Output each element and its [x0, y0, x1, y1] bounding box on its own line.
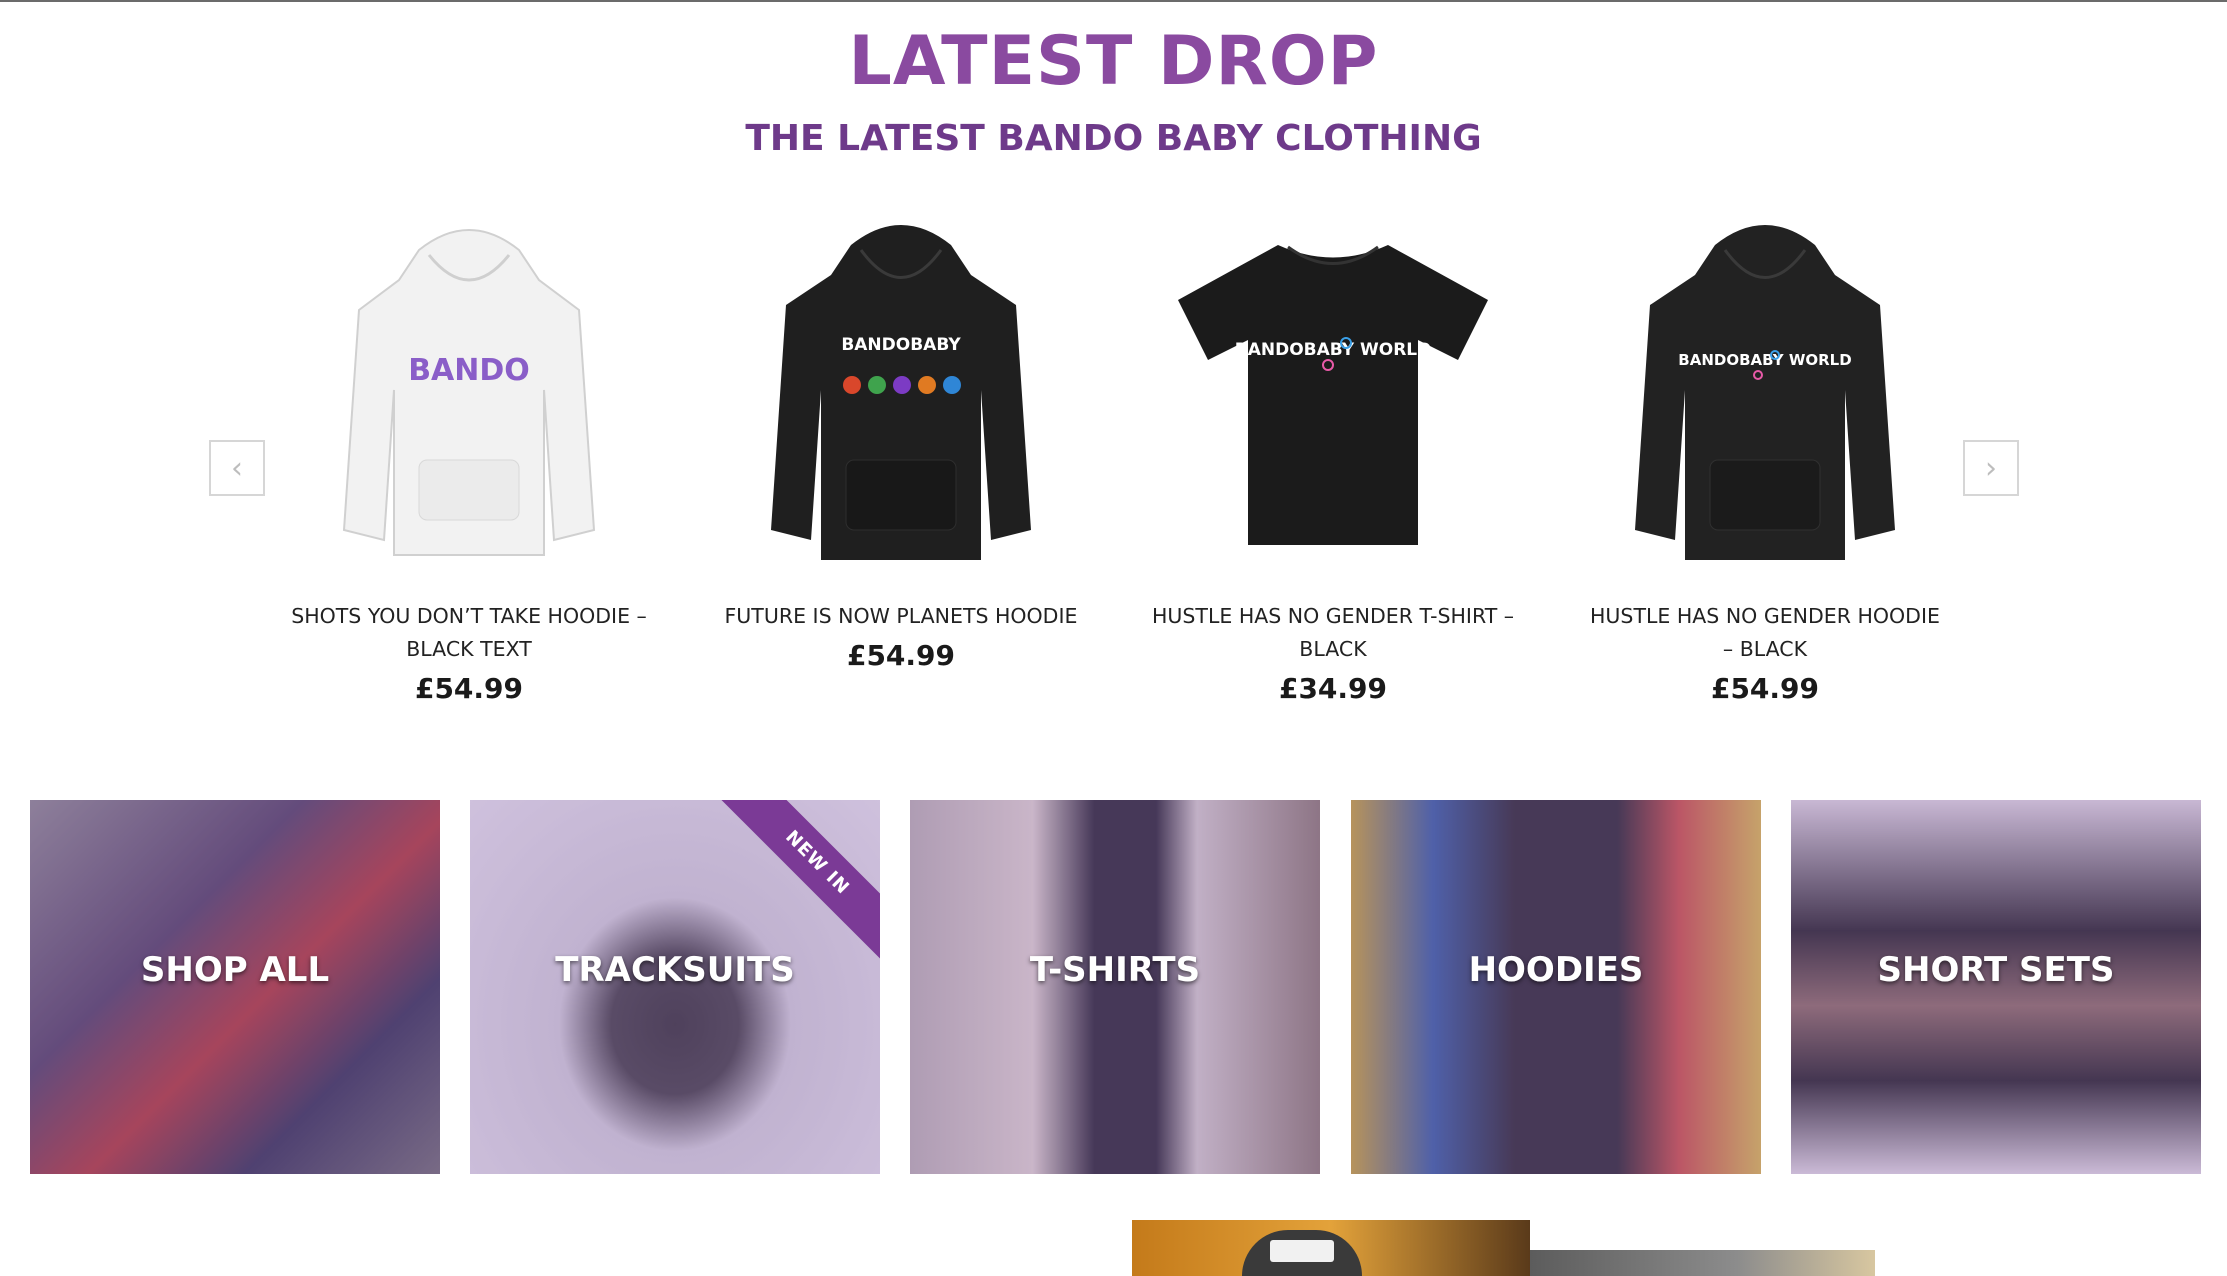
product-card[interactable]: BANDOBABY WORLD HUSTLE HAS NO GENDER HOO…: [1575, 205, 1955, 705]
product-card[interactable]: BANDOBABY WORLD HUSTLE HAS NO GENDER T-S…: [1143, 205, 1523, 705]
section-subtitle: THE LATEST BANDO BABY CLOTHING: [745, 118, 1482, 159]
print-text: BANDOBABY WORLD: [1678, 351, 1851, 369]
category-label[interactable]: HOODIES: [1351, 950, 1761, 990]
hoodie-image: BANDOBABY WORLD: [1635, 225, 1895, 560]
category-tile-t-shirts[interactable]: T-SHIRTS: [910, 800, 1320, 1174]
category-label[interactable]: T-SHIRTS: [910, 950, 1320, 990]
product-card[interactable]: BANDO SHOTS YOU DON’T TAKE HOODIE – BLAC…: [279, 205, 659, 705]
category-tile-hoodies[interactable]: HOODIES: [1351, 800, 1761, 1174]
top-divider: [0, 0, 2227, 2]
carousel-next-button[interactable]: ›: [1963, 440, 2019, 496]
product-image[interactable]: BANDOBABY WORLD: [1143, 205, 1523, 575]
product-image[interactable]: BANDO: [279, 205, 659, 575]
product-card[interactable]: BANDOBABY FUTURE IS NOW PLANETS HOODIE £…: [711, 205, 1091, 672]
hoodie-image: BANDOBABY: [771, 225, 1031, 560]
chevron-right-icon: ›: [1985, 450, 1997, 486]
category-label[interactable]: TRACKSUITS: [470, 950, 880, 990]
product-name[interactable]: FUTURE IS NOW PLANETS HOODIE: [711, 600, 1091, 633]
category-tile-short-sets[interactable]: SHORT SETS: [1791, 800, 2201, 1174]
carousel-prev-button[interactable]: ‹: [209, 440, 265, 496]
product-price: £54.99: [846, 639, 956, 672]
category-tile-tracksuits[interactable]: NEW IN TRACKSUITS: [470, 800, 880, 1174]
tshirt-image: BANDOBABY WORLD: [1178, 245, 1488, 545]
product-name[interactable]: SHOTS YOU DON’T TAKE HOODIE – BLACK TEXT: [279, 600, 659, 666]
print-text: BANDOBABY: [841, 335, 961, 355]
category-label[interactable]: SHOP ALL: [30, 950, 440, 990]
product-image[interactable]: BANDOBABY: [711, 205, 1091, 575]
product-name[interactable]: HUSTLE HAS NO GENDER T-SHIRT – BLACK: [1143, 600, 1523, 666]
category-tile-shop-all[interactable]: SHOP ALL: [30, 800, 440, 1174]
print-text: BANDO: [408, 353, 530, 388]
product-price: £54.99: [1710, 672, 1820, 705]
promo-image[interactable]: [1530, 1250, 1875, 1276]
category-label[interactable]: SHORT SETS: [1791, 950, 2201, 990]
print-text: BANDOBABY WORLD: [1235, 340, 1432, 360]
product-image[interactable]: BANDOBABY WORLD: [1575, 205, 1955, 575]
product-price: £54.99: [414, 672, 524, 705]
hoodie-image: BANDO: [342, 229, 596, 556]
section-title: LATEST DROP: [848, 22, 1379, 101]
product-name[interactable]: HUSTLE HAS NO GENDER HOODIE – BLACK: [1575, 600, 1955, 666]
promo-image[interactable]: [1132, 1220, 1530, 1276]
chevron-left-icon: ‹: [231, 450, 243, 486]
product-price: £34.99: [1278, 672, 1388, 705]
